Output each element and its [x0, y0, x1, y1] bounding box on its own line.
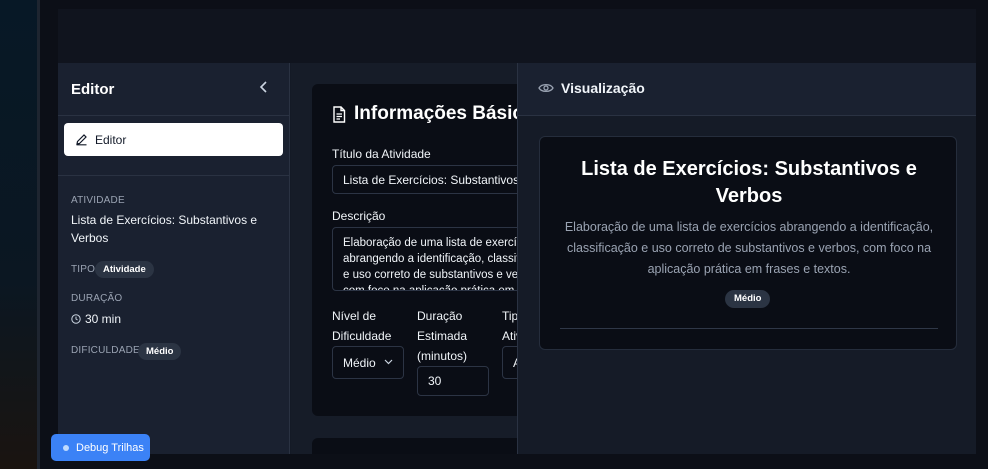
preview-heading: Lista de Exercícios: Substantivos e Verb… — [581, 158, 917, 207]
clock-icon — [71, 314, 81, 324]
preview-panel: Visualização Lista de Exercícios: Substa… — [517, 63, 976, 454]
eye-icon — [538, 83, 554, 93]
editor-sidebar: Editor Editor ATIVIDADE Lista de Exercíc… — [58, 63, 290, 454]
main-editor-area: Informações Básicas Título da Atividade … — [291, 63, 574, 454]
preview-difficulty-badge: Médio — [725, 290, 771, 308]
sidebar-title: Editor — [71, 81, 115, 98]
preview-divider — [560, 328, 938, 329]
chevron-down-icon — [384, 359, 393, 365]
duracao-value: 30 min — [71, 310, 121, 328]
atividade-label: ATIVIDADE — [71, 195, 125, 206]
duracao-label: DURAÇÃO — [71, 293, 123, 304]
next-section-card — [312, 438, 542, 454]
dificuldade-label: DIFICULDADE — [71, 345, 140, 356]
nivel-label: Nível de Dificuldade — [332, 309, 392, 343]
basic-info-card: Informações Básicas Título da Atividade … — [312, 84, 574, 416]
preview-description: Elaboração de uma lista de exercícios ab… — [564, 220, 934, 276]
debug-trilhas-button[interactable]: Debug Trilhas — [51, 434, 150, 461]
divider — [58, 175, 290, 176]
chevron-left-icon — [259, 81, 267, 93]
divider — [58, 115, 290, 116]
collapse-sidebar-button[interactable] — [256, 79, 272, 97]
nivel-value: Médio — [343, 356, 376, 370]
duracao-text: 30 min — [85, 312, 122, 326]
preview-header: Visualização — [518, 63, 976, 116]
duracao-input[interactable]: 30 — [417, 366, 489, 396]
preview-title: Visualização — [538, 80, 645, 96]
document-icon — [333, 105, 346, 123]
titulo-label: Título da Atividade — [332, 147, 431, 161]
atividade-value: Lista de Exercícios: Substantivos e Verb… — [71, 213, 258, 245]
pencil-icon — [76, 134, 87, 146]
tipo-badge: Atividade — [95, 261, 154, 278]
app-window: Editor Editor ATIVIDADE Lista de Exercíc… — [58, 9, 976, 454]
nivel-select[interactable]: Médio — [332, 346, 404, 379]
editor-tab-label: Editor — [95, 132, 127, 147]
debug-button-label: Debug Trilhas — [76, 441, 144, 454]
preview-card: Lista de Exercícios: Substantivos e Verb… — [539, 136, 957, 350]
tipo-label: TIPO — [71, 264, 96, 275]
dificuldade-badge: Médio — [138, 343, 182, 360]
left-background — [0, 0, 40, 469]
status-dot-icon — [63, 444, 69, 451]
section-title-text: Informações Básicas — [354, 103, 545, 124]
section-title: Informações Básicas — [332, 103, 544, 125]
duracao-estimada-label: Duração Estimada (minutos) — [417, 309, 468, 363]
top-bar — [58, 9, 976, 63]
preview-title-text: Visualização — [561, 80, 645, 96]
descricao-label: Descrição — [332, 209, 386, 223]
editor-tab-button[interactable]: Editor — [64, 123, 283, 156]
